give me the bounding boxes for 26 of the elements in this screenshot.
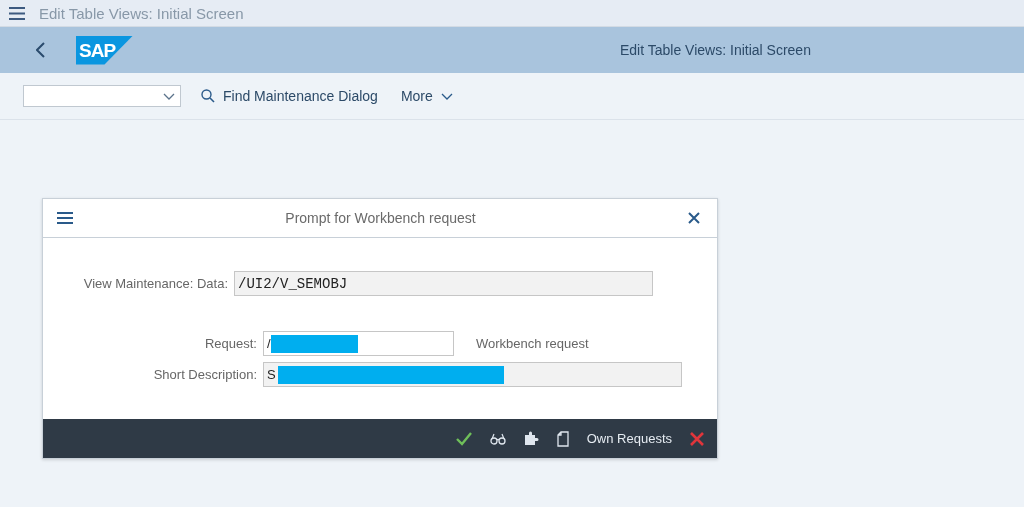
request-hint: Workbench request bbox=[476, 336, 589, 351]
shell-title: Edit Table Views: Initial Screen bbox=[39, 4, 244, 22]
menu-icon[interactable] bbox=[57, 212, 73, 224]
page-title: Edit Table Views: Initial Screen bbox=[620, 42, 811, 58]
description-field[interactable]: S bbox=[263, 362, 682, 387]
caret-icon bbox=[440, 92, 453, 100]
view-field: /UI2/V_SEMOBJ bbox=[234, 271, 653, 296]
search-icon bbox=[201, 89, 215, 103]
more-button[interactable]: More bbox=[400, 88, 453, 104]
dropdown-field[interactable] bbox=[23, 85, 181, 107]
back-icon[interactable] bbox=[36, 42, 45, 58]
document-icon[interactable] bbox=[556, 430, 569, 447]
find-button[interactable]: Find Maintenance Dialog bbox=[201, 88, 378, 104]
glasses-icon[interactable] bbox=[489, 432, 506, 445]
field-label: View Maintenance: Data: bbox=[82, 276, 228, 291]
menu-icon[interactable] bbox=[9, 6, 25, 20]
close-icon[interactable] bbox=[688, 212, 700, 224]
puzzle-icon[interactable] bbox=[523, 431, 539, 446]
field-label: Request: bbox=[203, 336, 257, 351]
cancel-icon[interactable] bbox=[690, 431, 704, 446]
field-label: Short Description: bbox=[152, 367, 257, 382]
own-requests-button[interactable]: Own Requests bbox=[586, 431, 672, 446]
check-icon[interactable] bbox=[455, 431, 472, 446]
sap-logo: SAP bbox=[76, 35, 133, 65]
dialog-title: Prompt for Workbench request bbox=[285, 210, 476, 226]
request-field[interactable]: / bbox=[263, 331, 454, 356]
